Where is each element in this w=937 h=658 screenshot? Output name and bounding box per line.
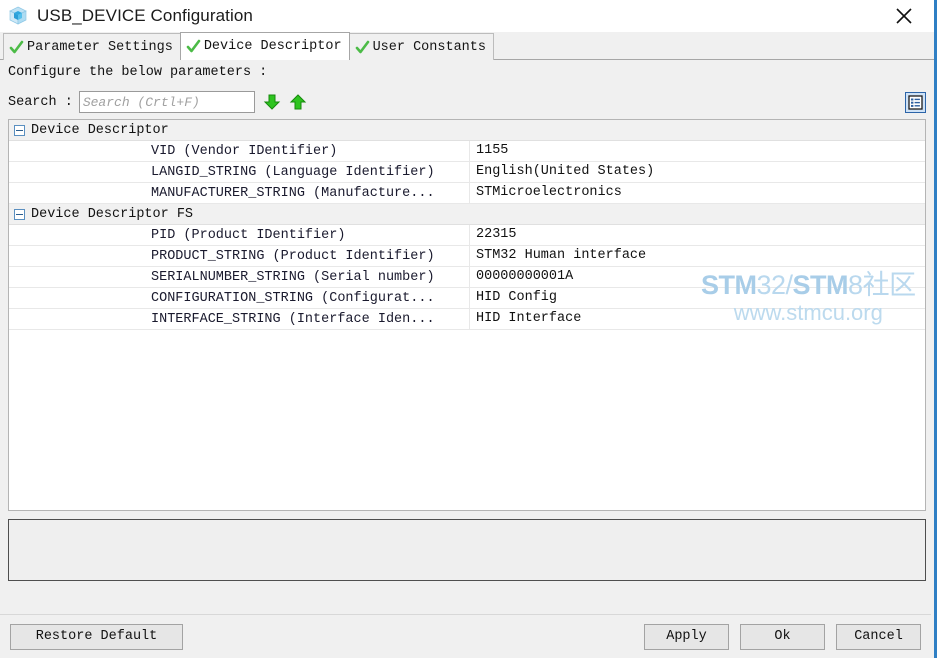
arrow-up-icon[interactable] <box>289 93 307 111</box>
search-input[interactable] <box>78 91 255 113</box>
tree-row-label: SERIALNUMBER_STRING (Serial number) <box>151 269 435 285</box>
tree-row-label: MANUFACTURER_STRING (Manufacture... <box>151 185 435 201</box>
tree-cell-label: INTERFACE_STRING (Interface Iden... <box>9 308 469 330</box>
tree-row[interactable]: PID (Product IDentifier) 22315 <box>9 224 925 246</box>
tree-row-value: 22315 <box>469 225 925 245</box>
descriptor-tree[interactable]: Device Descriptor VID (Vendor IDentifier… <box>8 119 926 511</box>
tree-row[interactable]: MANUFACTURER_STRING (Manufacture... STMi… <box>9 182 925 204</box>
title-bar: USB_DEVICE Configuration <box>0 0 934 32</box>
tree-row-label: PRODUCT_STRING (Product Identifier) <box>151 248 435 264</box>
list-view-icon[interactable] <box>905 92 926 113</box>
tree-row[interactable]: CONFIGURATION_STRING (Configurat... HID … <box>9 287 925 309</box>
tab-label: Device Descriptor <box>203 39 342 54</box>
tree-row[interactable]: PRODUCT_STRING (Product Identifier) STM3… <box>9 245 925 267</box>
tree-row-value: HID Interface <box>469 309 925 329</box>
collapse-icon[interactable] <box>14 124 25 136</box>
cube-icon <box>7 5 29 27</box>
ok-button[interactable]: Ok <box>740 623 825 650</box>
collapse-icon[interactable] <box>14 208 25 220</box>
tree-group-row[interactable]: Device Descriptor FS <box>9 203 925 225</box>
tree-cell-label: CONFIGURATION_STRING (Configurat... <box>9 287 469 309</box>
tree-row-value <box>469 120 925 140</box>
restore-default-button[interactable]: Restore Default <box>10 623 183 650</box>
tree-row-value: STM32 Human interface <box>469 246 925 266</box>
usb-device-configuration-window: USB_DEVICE Configuration Parameter Setti… <box>0 0 937 658</box>
description-panel <box>8 519 926 581</box>
tree-cell-label: PRODUCT_STRING (Product Identifier) <box>9 245 469 267</box>
tree-row[interactable]: SERIALNUMBER_STRING (Serial number) 0000… <box>9 266 925 288</box>
tree-row-value: 00000000001A <box>469 267 925 287</box>
tab-label: User Constants <box>372 39 486 55</box>
tree-cell-value[interactable]: 22315 <box>469 224 925 246</box>
tree-cell-label: MANUFACTURER_STRING (Manufacture... <box>9 182 469 204</box>
tree-row-label: VID (Vendor IDentifier) <box>151 143 338 159</box>
tree-cell-value[interactable]: STM32 Human interface <box>469 245 925 267</box>
tab-parameter-settings[interactable]: Parameter Settings <box>3 33 181 60</box>
tree-row-label: PID (Product IDentifier) <box>151 227 346 243</box>
tree-cell-value[interactable]: STMicroelectronics <box>469 182 925 204</box>
tree-row-label: Device Descriptor FS <box>31 206 194 222</box>
tree-cell-label: Device Descriptor <box>9 120 469 141</box>
tab-device-descriptor[interactable]: Device Descriptor <box>179 32 350 60</box>
tree-cell-label: PID (Product IDentifier) <box>9 224 469 246</box>
cancel-button[interactable]: Cancel <box>836 623 921 650</box>
tree-row[interactable]: VID (Vendor IDentifier) 1155 <box>9 140 925 162</box>
tree-row-label: LANGID_STRING (Language Identifier) <box>151 164 435 180</box>
search-label: Search : <box>8 94 73 110</box>
tree-cell-label: Device Descriptor FS <box>9 203 469 225</box>
close-icon[interactable] <box>882 0 926 32</box>
tree-cell-value <box>469 203 925 225</box>
tree-cell-label: LANGID_STRING (Language Identifier) <box>9 161 469 183</box>
tree-cell-value[interactable]: 00000000001A <box>469 266 925 288</box>
tab-strip: Parameter Settings Device Descriptor Use… <box>0 32 934 60</box>
tree-cell-value[interactable]: HID Interface <box>469 308 925 330</box>
page-title: USB_DEVICE Configuration <box>37 6 253 25</box>
tree-cell-value[interactable]: 1155 <box>469 140 925 162</box>
tab-user-constants[interactable]: User Constants <box>348 33 494 60</box>
tree-row-value: HID Config <box>469 288 925 308</box>
tree-row-label: Device Descriptor <box>31 122 169 138</box>
apply-button[interactable]: Apply <box>644 623 729 650</box>
instruction-text: Configure the below parameters : <box>0 60 934 85</box>
tree-row[interactable]: INTERFACE_STRING (Interface Iden... HID … <box>9 308 925 330</box>
check-icon <box>9 40 24 55</box>
tree-row-value: English(United States) <box>469 162 925 182</box>
footer-bar: Restore Default Apply Ok Cancel <box>0 614 931 658</box>
tree-row-value: 1155 <box>469 141 925 161</box>
tree-body: Device Descriptor VID (Vendor IDentifier… <box>9 120 925 330</box>
search-row: Search : <box>0 85 934 119</box>
check-icon <box>186 39 201 54</box>
check-icon <box>355 40 370 55</box>
tree-group-row[interactable]: Device Descriptor <box>9 120 925 141</box>
tree-cell-label: SERIALNUMBER_STRING (Serial number) <box>9 266 469 288</box>
tree-row[interactable]: LANGID_STRING (Language Identifier) Engl… <box>9 161 925 183</box>
tree-row-label: CONFIGURATION_STRING (Configurat... <box>151 290 435 306</box>
tree-cell-value[interactable]: HID Config <box>469 287 925 309</box>
tree-cell-label: VID (Vendor IDentifier) <box>9 140 469 162</box>
tree-cell-value <box>469 120 925 141</box>
tree-cell-value[interactable]: English(United States) <box>469 161 925 183</box>
tree-row-value <box>469 204 925 224</box>
arrow-down-icon[interactable] <box>263 93 281 111</box>
tab-label: Parameter Settings <box>27 39 173 55</box>
tree-row-value: STMicroelectronics <box>469 183 925 203</box>
tree-row-label: INTERFACE_STRING (Interface Iden... <box>151 311 435 327</box>
